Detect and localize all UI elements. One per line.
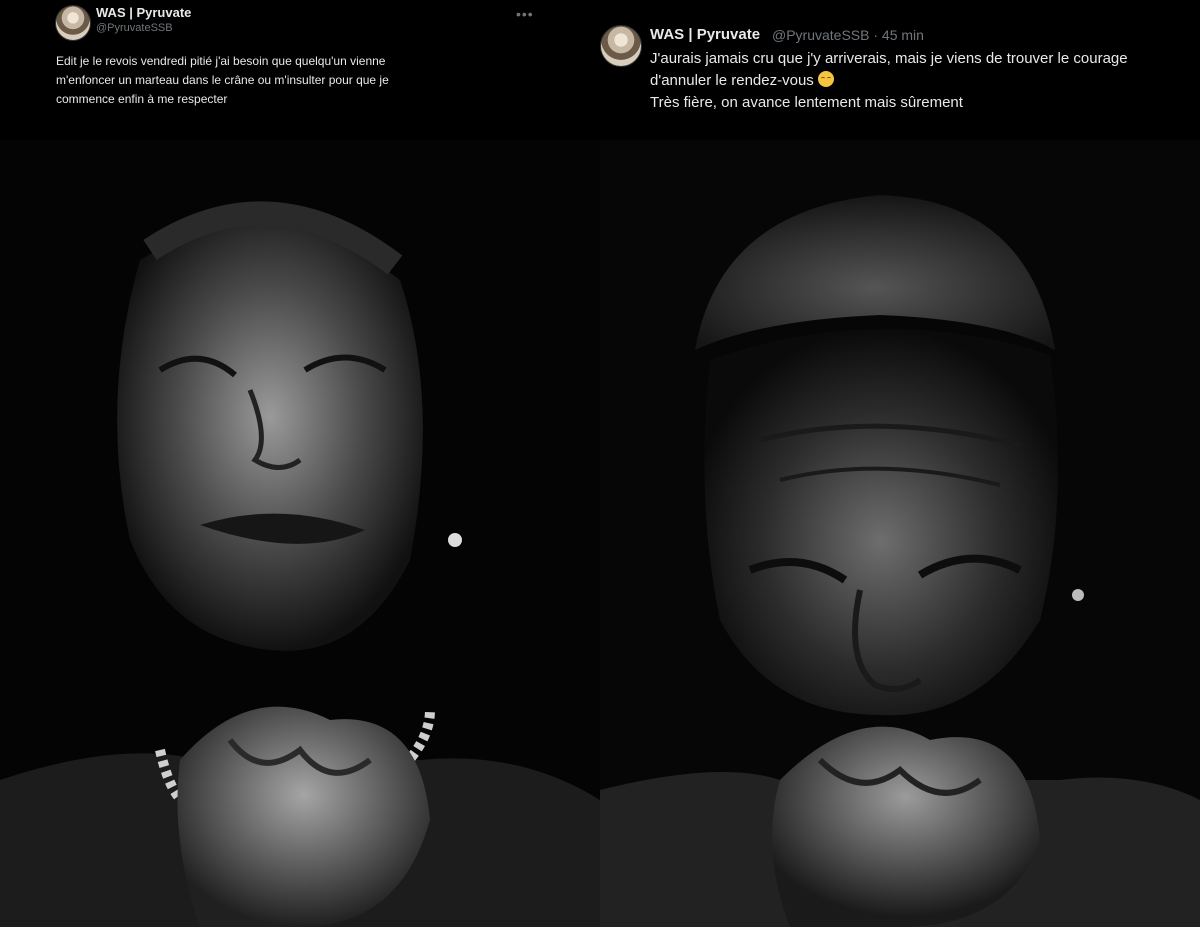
more-dots-icon[interactable]: ••• — [516, 6, 534, 22]
meme-composite: WAS | Pyruvate @PyruvateSSB ••• Edit je … — [0, 0, 1200, 927]
crying-man-photo-left — [0, 140, 600, 927]
display-name[interactable]: WAS | Pyruvate — [650, 26, 760, 43]
display-name[interactable]: WAS | Pyruvate — [96, 5, 191, 20]
tweet-text: J'aurais jamais cru que j'y arriverais, … — [650, 48, 1200, 114]
tweet-text-line-1: J'aurais jamais cru que j'y arriverais, … — [650, 50, 1128, 67]
tweet-text-line-3: Très fière, on avance lentement mais sûr… — [650, 94, 963, 111]
left-panel: WAS | Pyruvate @PyruvateSSB ••• Edit je … — [0, 0, 600, 927]
tweet-text-line-2: d'annuler le rendez-vous — [650, 72, 814, 89]
relieved-face-icon — [817, 71, 834, 87]
tweet-text: Edit je le revois vendredi pitié j'ai be… — [56, 54, 389, 106]
avatar[interactable] — [600, 25, 642, 67]
user-handle[interactable]: @PyruvateSSB — [96, 22, 173, 34]
right-panel: WAS | Pyruvate @PyruvateSSB · 45 min J'a… — [600, 0, 1200, 927]
right-tweet: WAS | Pyruvate @PyruvateSSB · 45 min J'a… — [600, 0, 1200, 140]
avatar[interactable] — [55, 5, 91, 41]
handle-and-time[interactable]: @PyruvateSSB · 45 min — [772, 27, 924, 43]
crying-man-photo-right — [600, 140, 1200, 927]
left-tweet: WAS | Pyruvate @PyruvateSSB ••• Edit je … — [0, 0, 600, 140]
